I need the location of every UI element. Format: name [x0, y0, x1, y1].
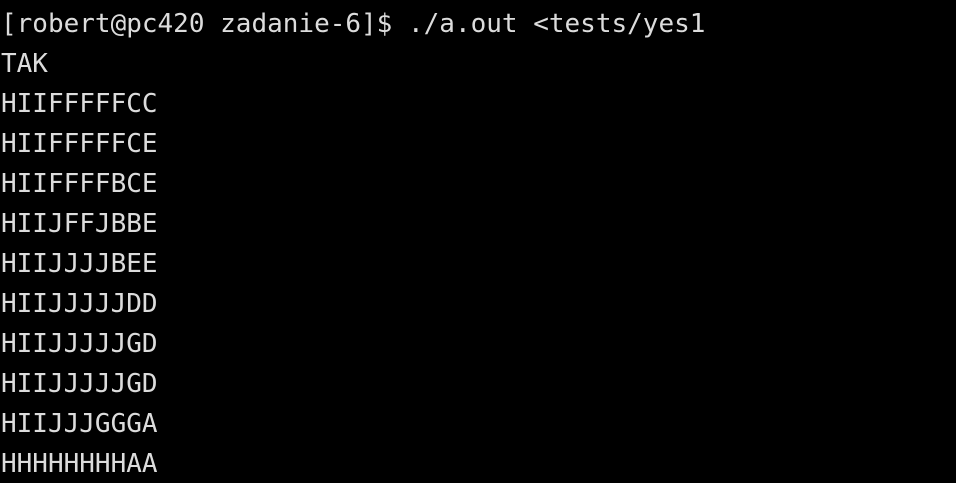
output-line: HHHHHHHHAA — [1, 449, 158, 479]
output-line: HIIJFFJBBE — [1, 209, 158, 239]
output-line: HIIJJJJBEE — [1, 249, 158, 279]
terminal-window[interactable]: [robert@pc420 zadanie-6]$ ./a.out <tests… — [0, 0, 956, 483]
output-line: HIIJJJJJDD — [1, 289, 158, 319]
command-prompt-line: [robert@pc420 zadanie-6]$ ./a.out <tests… — [1, 9, 706, 39]
output-line: HIIJJJJJGD — [1, 369, 158, 399]
output-line: HIIJJJGGGA — [1, 409, 158, 439]
output-line: HIIFFFFFCE — [1, 129, 158, 159]
output-line: HIIFFFFBCE — [1, 169, 158, 199]
output-line: HIIFFFFFCC — [1, 89, 158, 119]
output-line: HIIJJJJJGD — [1, 329, 158, 359]
output-line: TAK — [1, 49, 48, 79]
